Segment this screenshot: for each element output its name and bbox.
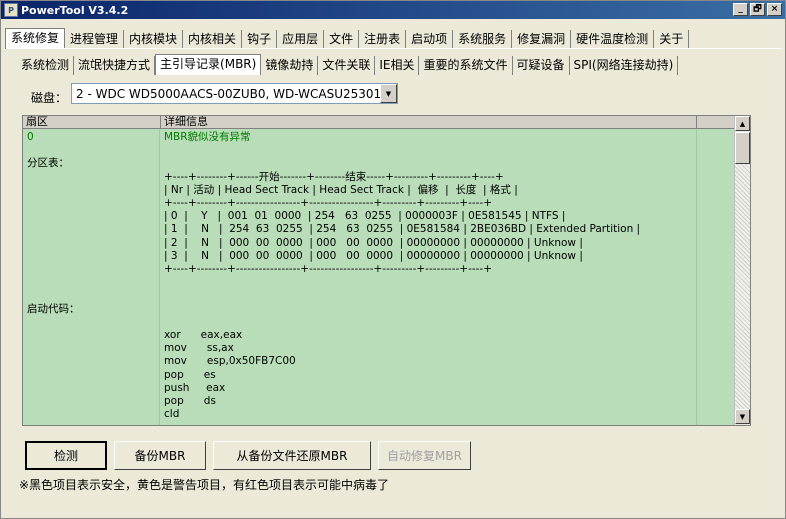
tab-sub[interactable]: 文件关联 [318,56,376,75]
column-header-extra[interactable] [697,116,735,129]
scroll-track[interactable] [735,164,750,409]
grid-row[interactable] [23,276,735,288]
minimize-button[interactable]: _ [733,3,748,16]
vertical-scrollbar[interactable]: ▲ ▼ [734,116,750,425]
grid-row[interactable] [23,316,735,328]
cell-details: pop es [164,368,216,381]
cell-details: | Nr | 活动 | Head Sect Track | Head Sect … [164,183,518,196]
cell-details: pop ds [164,395,216,407]
grid-row[interactable]: pop es [23,369,735,381]
grid-row[interactable]: 分区表： [23,157,735,169]
cell-details: mov esp,0x50FB7C00 [164,355,296,368]
tab-main[interactable]: 应用层 [277,30,325,49]
mbr-details-grid[interactable]: 扇区 详细信息 0 MBR貌似没有异常分区表： +----+--------+---… [22,115,751,426]
backup-mbr-button[interactable]: 备份MBR [114,441,206,470]
grid-row[interactable]: push eax [23,382,735,394]
disk-select-value: 2 - WDC WD5000AACS-00ZUB0, WD-WCASU25301… [76,86,380,101]
cell-details: xor eax,eax [164,329,243,341]
tab-main[interactable]: 注册表 [359,30,407,49]
column-header-sector[interactable]: 扇区 [23,116,161,129]
cell-sector: 0 [27,131,34,143]
tab-main[interactable]: 修复漏洞 [512,30,572,49]
cell-sector: 启动代码： [27,302,80,315]
tab-main[interactable]: 硬件温度检测 [571,30,655,49]
window-controls: _ 🗗 × [733,3,782,16]
disk-label: 磁盘： [31,91,68,105]
tab-main[interactable]: 钩子 [242,30,278,49]
tab-main[interactable]: 进程管理 [65,30,125,49]
disk-select[interactable]: 2 - WDC WD5000AACS-00ZUB0, WD-WCASU25301… [71,83,398,104]
restore-button[interactable]: 🗗 [750,3,765,16]
tab-sub[interactable]: 镜像劫持 [261,56,319,75]
grid-row[interactable]: +----+--------+-----------------+-------… [23,197,735,209]
window-title: PowerTool V3.4.2 [21,3,129,17]
grid-row[interactable]: mov esp,0x50FB7C00 [23,355,735,367]
cell-details: | 1 | N | 254 63 0255 | 254 63 0255 | 0E… [164,223,641,236]
tab-sub[interactable]: 可疑设备 [513,56,570,75]
tab-sub[interactable]: IE相关 [375,56,420,75]
cell-details: +----+--------+-----------------+-------… [164,263,493,275]
scroll-down-icon[interactable]: ▼ [735,409,750,424]
column-header-details[interactable]: 详细信息 [161,116,697,129]
tab-main[interactable]: 文件 [324,30,360,49]
scroll-up-icon[interactable]: ▲ [735,116,750,131]
cell-details: cld [164,408,180,421]
grid-body: 0 MBR貌似没有异常分区表： +----+--------+------开始---… [23,130,735,425]
grid-row[interactable]: cld [23,408,735,420]
close-button[interactable]: × [767,3,782,16]
scroll-thumb[interactable] [735,132,750,164]
grid-row[interactable]: 0 MBR貌似没有异常 [23,131,735,143]
tab-sub[interactable]: 主引导记录(MBR) [155,54,262,75]
chevron-down-icon[interactable]: ▼ [380,84,397,103]
grid-row[interactable]: xor eax,eax [23,329,735,341]
grid-row[interactable]: | 0 | Y | 001 01 0000 | 254 63 0255 | 00… [23,210,735,222]
grid-row[interactable] [23,144,735,156]
main-window: P PowerTool V3.4.2 _ 🗗 × 系统修复 进程管理 内核模块 内核相… [0,0,786,519]
tab-main[interactable]: 关于 [654,30,690,49]
grid-row[interactable]: | Nr | 活动 | Head Sect Track | Head Sect … [23,184,735,196]
detect-button[interactable]: 检测 [25,441,107,470]
main-tabs: 系统修复 进程管理 内核模块 内核相关 钩子 应用层 文件 注册表 启动项 系统服务 修复漏洞 硬件温… [5,27,690,49]
sub-tabs: 系统检测 流氓快捷方式 主引导记录(MBR) 镜像劫持 文件关联 IE相关 重要的系统文件可… [17,53,679,75]
cell-details: +----+--------+------开始-------+--------结… [164,170,504,183]
tab-sub[interactable]: SPI(网络连接劫持) [570,56,679,75]
tab-main[interactable]: 系统服务 [453,30,513,49]
grid-row[interactable]: pop ds [23,395,735,407]
tab-main[interactable]: 启动项 [406,30,454,49]
grid-row[interactable]: | 3 | N | 000 00 0000 | 000 00 0000 | 00… [23,250,735,262]
cell-details: | 3 | N | 000 00 0000 | 000 00 0000 | 00… [164,249,583,262]
cell-details: +----+--------+-----------------+-------… [164,197,493,209]
grid-header: 扇区 详细信息 [23,116,735,129]
grid-row[interactable]: 启动代码： [23,303,735,315]
cell-details: push eax [164,381,226,394]
tab-main[interactable]: 内核模块 [124,30,184,49]
grid-row[interactable] [23,289,735,301]
grid-row[interactable]: +----+--------+-----------------+-------… [23,263,735,275]
auto-fix-mbr-button: 自动修复MBR [378,441,471,470]
tab-sub[interactable]: 重要的系统文件 [419,56,513,75]
grid-row[interactable]: mov ss,ax [23,342,735,354]
grid-row[interactable]: | 1 | N | 254 63 0255 | 254 63 0255 | 0E… [23,223,735,235]
app-icon: P [4,3,18,17]
cell-sector: 分区表： [27,157,69,170]
cell-details: mov ss,ax [164,342,234,355]
cell-details: | 2 | N | 000 00 0000 | 000 00 0000 | 00… [164,236,583,249]
tab-main[interactable]: 内核相关 [183,30,243,49]
tab-sub[interactable]: 系统检测 [17,56,75,75]
restore-mbr-button[interactable]: 从备份文件还原MBR [213,441,371,470]
grid-row[interactable]: +----+--------+------开始-------+--------结… [23,171,735,183]
cell-details: | 0 | Y | 001 01 0000 | 254 63 0255 | 00… [164,210,566,223]
cell-details: MBR貌似没有异常 [164,131,251,143]
grid-row[interactable]: | 2 | N | 000 00 0000 | 000 00 0000 | 00… [23,237,735,249]
title-bar[interactable]: P PowerTool V3.4.2 _ 🗗 × [1,1,785,19]
tab-main[interactable]: 系统修复 [5,28,66,49]
legend-note: ※黑色项目表示安全，黄色是警告项目，有红色项目表示可能中病毒了 [19,478,390,492]
tab-sub[interactable]: 流氓快捷方式 [74,56,156,75]
